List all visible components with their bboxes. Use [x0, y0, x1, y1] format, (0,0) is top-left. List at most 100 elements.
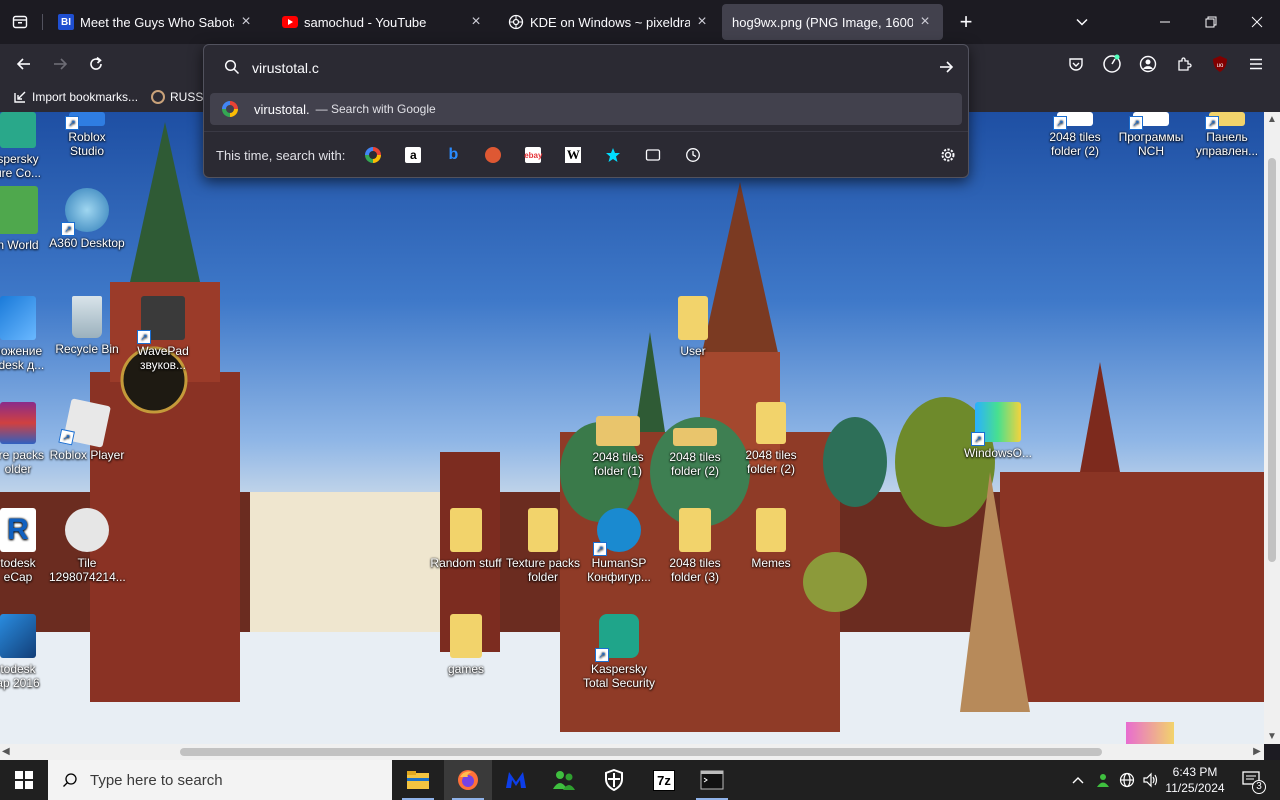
winrar-icon — [0, 402, 36, 444]
tray-people-icon-button[interactable] — [1092, 760, 1114, 800]
ublock-origin-button[interactable]: uo — [1206, 50, 1234, 78]
scrollbar-thumb[interactable] — [180, 748, 1102, 756]
desktop-icon-2048-folder-1[interactable]: 2048 tiles folder (1) — [580, 416, 656, 478]
desktop-icon-games[interactable]: games — [428, 614, 504, 676]
desktop-icon-2048-folder-2b[interactable]: 2048 tiles folder (2) — [733, 402, 809, 476]
taskbar-malwarebytes[interactable] — [492, 760, 540, 800]
reload-button[interactable] — [82, 50, 110, 78]
desktop-icon-world[interactable]: n World — [0, 186, 56, 252]
save-to-pocket-button[interactable] — [1062, 50, 1090, 78]
bookmark-russi[interactable]: RUSSI — [150, 89, 207, 105]
url-input[interactable] — [250, 55, 894, 81]
search-settings-button[interactable] — [936, 143, 960, 167]
desktop-icon-roblox-studio[interactable]: ↗ Roblox Studio — [49, 112, 125, 158]
taskbar-search-box[interactable]: Type here to search — [48, 760, 392, 800]
urlbar[interactable] — [210, 49, 962, 85]
tab-youtube[interactable]: samochud - YouTube × — [272, 4, 494, 40]
list-all-tabs-button[interactable] — [1068, 8, 1096, 36]
icon-label: Tile 1298074214... — [49, 556, 126, 584]
desktop-icon-a360[interactable]: ↗ A360 Desktop — [49, 188, 125, 250]
desktop-icon-recycle-bin[interactable]: Recycle Bin — [49, 296, 125, 356]
restore-button[interactable] — [1188, 0, 1234, 44]
desktop-icon-wavepad[interactable]: ↗ WavePad звуков... — [125, 296, 201, 372]
desktop-icon-kaspersky[interactable]: ↗ Kaspersky Total Security — [581, 614, 657, 690]
taskbar-terminal[interactable] — [688, 760, 736, 800]
start-button[interactable] — [0, 760, 48, 800]
scrollbar-thumb[interactable] — [1268, 158, 1276, 562]
tabs-search-button[interactable] — [641, 143, 665, 167]
close-icon[interactable]: × — [917, 13, 933, 30]
volume-button[interactable] — [1140, 760, 1162, 800]
taskbar-windows-security[interactable] — [590, 760, 638, 800]
forward-button[interactable] — [46, 50, 74, 78]
desktop-icon-2048-folder-2-top[interactable]: ↗ 2048 tiles folder (2) — [1037, 112, 1113, 158]
icon-label: todesk ap 2016 — [0, 662, 40, 690]
clock-button[interactable]: 6:43 PM 11/25/2024 — [1164, 760, 1226, 800]
desktop-icon-random-stuff[interactable]: Random stuff — [428, 508, 504, 570]
go-button[interactable] — [932, 53, 960, 81]
icon-label: 2048 tiles folder (1) — [592, 450, 644, 478]
firefox-view-icon — [12, 15, 28, 29]
desktop-icon-texture-packs-left[interactable]: ure packs older — [0, 402, 56, 476]
desktop-icon-2048-folder-3[interactable]: 2048 tiles folder (3) — [657, 508, 733, 584]
folder-icon[interactable] — [1126, 722, 1174, 744]
scroll-up-arrow[interactable]: ▲ — [1264, 114, 1280, 125]
search-suggestion-row[interactable]: virustotal. — Search with Google — [210, 93, 962, 125]
desktop-icon-recap[interactable]: R todesk eCap — [0, 508, 56, 584]
puzzle-piece-icon — [1178, 57, 1192, 71]
app-menu-button[interactable] — [1242, 50, 1270, 78]
suggestion-text: virustotal. — [254, 101, 310, 117]
horizontal-scrollbar[interactable]: ◀ ▶ — [0, 744, 1264, 760]
duckduckgo-engine-button[interactable] — [481, 143, 505, 167]
amazon-engine-button[interactable]: a — [401, 143, 425, 167]
desktop-icon-nch[interactable]: ↗ Программы NCH — [1113, 112, 1189, 158]
desktop-icon-roblox-player[interactable]: ↗ Roblox Player — [49, 398, 125, 462]
desktop-icon-humansp[interactable]: ↗ HumanSP Конфигур... — [581, 508, 657, 584]
desktop-icon-texture-packs-folder[interactable]: Texture packs folder — [505, 508, 581, 584]
action-center-button[interactable]: 3 — [1232, 760, 1272, 800]
tab-business-insider[interactable]: BI Meet the Guys Who Sabotaged × — [48, 4, 264, 40]
import-bookmarks-item[interactable]: Import bookmarks... — [12, 89, 138, 105]
bookmarks-search-button[interactable] — [601, 143, 625, 167]
tab-hog9wx-png[interactable]: hog9wx.png (PNG Image, 1600 × 9 × — [722, 4, 943, 40]
desktop-icon-windowso[interactable]: ↗ WindowsO... — [960, 402, 1036, 460]
desktop-icon-kaspersky-top[interactable]: spersky ure Co... — [0, 112, 56, 180]
close-icon[interactable]: × — [238, 13, 254, 30]
desktop-icon-autodesk-2016[interactable]: todesk ap 2016 — [0, 614, 56, 690]
desktop-icon-autodesk-app[interactable]: ложение odesk д... — [0, 296, 56, 372]
minimize-button[interactable] — [1142, 0, 1188, 44]
scroll-left-arrow[interactable]: ◀ — [2, 744, 10, 760]
scroll-down-arrow[interactable]: ▼ — [1264, 731, 1280, 742]
extensions-button[interactable] — [1170, 50, 1198, 78]
desktop-icon-user[interactable]: User — [655, 296, 731, 358]
history-search-button[interactable] — [681, 143, 705, 167]
new-tab-button[interactable]: + — [952, 8, 980, 36]
ebay-engine-button[interactable]: ebay — [521, 143, 545, 167]
account-button[interactable] — [1134, 50, 1162, 78]
taskbar-firefox[interactable] — [444, 760, 492, 800]
wikipedia-engine-button[interactable]: W — [561, 143, 585, 167]
firefox-view-button[interactable] — [6, 8, 34, 36]
desktop-icon-memes[interactable]: Memes — [733, 508, 809, 570]
urlbar-dropdown: virustotal. — Search with Google This ti… — [203, 44, 969, 178]
bing-engine-button[interactable]: b — [441, 143, 465, 167]
show-hidden-icons-button[interactable] — [1066, 760, 1090, 800]
taskbar-people-app[interactable] — [540, 760, 588, 800]
close-icon[interactable]: × — [694, 13, 710, 30]
pocket-icon — [1069, 58, 1083, 71]
icon-label: Панель управлен... — [1195, 130, 1259, 158]
vertical-scrollbar[interactable]: ▲ ▼ — [1264, 112, 1280, 744]
scroll-right-arrow[interactable]: ▶ — [1250, 744, 1264, 760]
close-window-button[interactable] — [1234, 0, 1280, 44]
tab-pixeldrain[interactable]: KDE on Windows ~ pixeldrain × — [498, 4, 720, 40]
google-engine-button[interactable] — [361, 143, 385, 167]
close-icon[interactable]: × — [468, 13, 484, 30]
back-button[interactable] — [10, 50, 38, 78]
taskbar-file-explorer[interactable] — [394, 760, 442, 800]
taskbar-7zip[interactable]: 7z — [640, 760, 688, 800]
network-button[interactable] — [1116, 760, 1138, 800]
desktop-icon-control-panel[interactable]: ↗ Панель управлен... — [1189, 112, 1264, 158]
desktop-icon-2048-folder-2a[interactable]: 2048 tiles folder (2) — [657, 428, 733, 478]
desktop-icon-tile[interactable]: Tile 1298074214... — [49, 508, 126, 584]
extension-dial-button[interactable] — [1098, 50, 1126, 78]
